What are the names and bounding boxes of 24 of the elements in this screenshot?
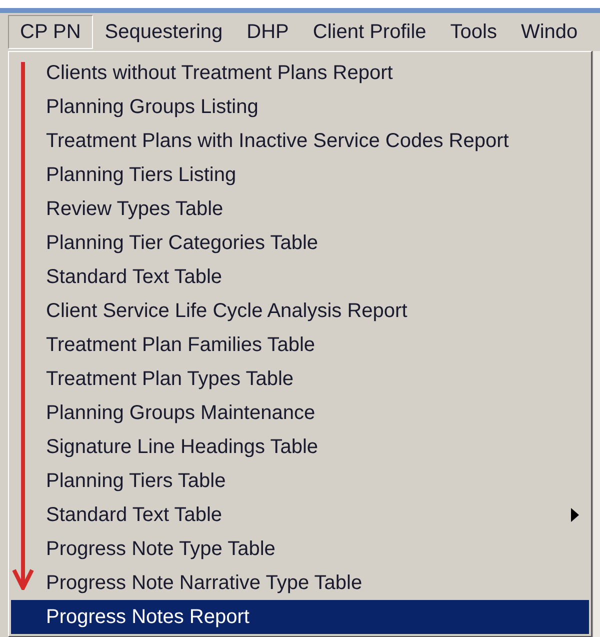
menu-item[interactable]: Signature Line Headings Table	[11, 430, 589, 464]
menu-bar-item[interactable]: Tools	[438, 15, 509, 49]
menu-item[interactable]: Clients without Treatment Plans Report	[11, 56, 589, 90]
menu-item[interactable]: Progress Notes Report	[11, 600, 589, 634]
menu-item[interactable]: Planning Groups Listing	[11, 90, 589, 124]
menu-item[interactable]: Planning Tiers Listing	[11, 158, 589, 192]
menu-item[interactable]: Treatment Plan Families Table	[11, 328, 589, 362]
menu-item[interactable]: Standard Text Table	[11, 498, 589, 532]
menu-item[interactable]: Planning Tiers Table	[11, 464, 589, 498]
menu-item[interactable]: Treatment Plan Types Table	[11, 362, 589, 396]
menu-bar-item[interactable]: DHP	[234, 15, 301, 49]
menu-bar-item[interactable]: Client Profile	[300, 15, 438, 49]
menu-item[interactable]: Planning Groups Maintenance	[11, 396, 589, 430]
menu-item[interactable]: Progress Note Type Table	[11, 532, 589, 566]
menu-bar-item[interactable]: Sequestering	[92, 15, 235, 49]
menu-item[interactable]: Review Types Table	[11, 192, 589, 226]
menu-item[interactable]: Planning Tier Categories Table	[11, 226, 589, 260]
menu-item[interactable]: Progress Note Narrative Type Table	[11, 566, 589, 600]
menu-item[interactable]: Treatment Plans with Inactive Service Codes Report	[11, 124, 589, 158]
menu-bar-item[interactable]: CP PN	[8, 15, 93, 49]
menu-item[interactable]: Client Service Life Cycle Analysis Report	[11, 294, 589, 328]
down-arrow-icon	[12, 62, 34, 590]
menu-bar-item[interactable]: Windo	[508, 15, 590, 49]
menu-item[interactable]: Standard Text Table	[11, 260, 589, 294]
